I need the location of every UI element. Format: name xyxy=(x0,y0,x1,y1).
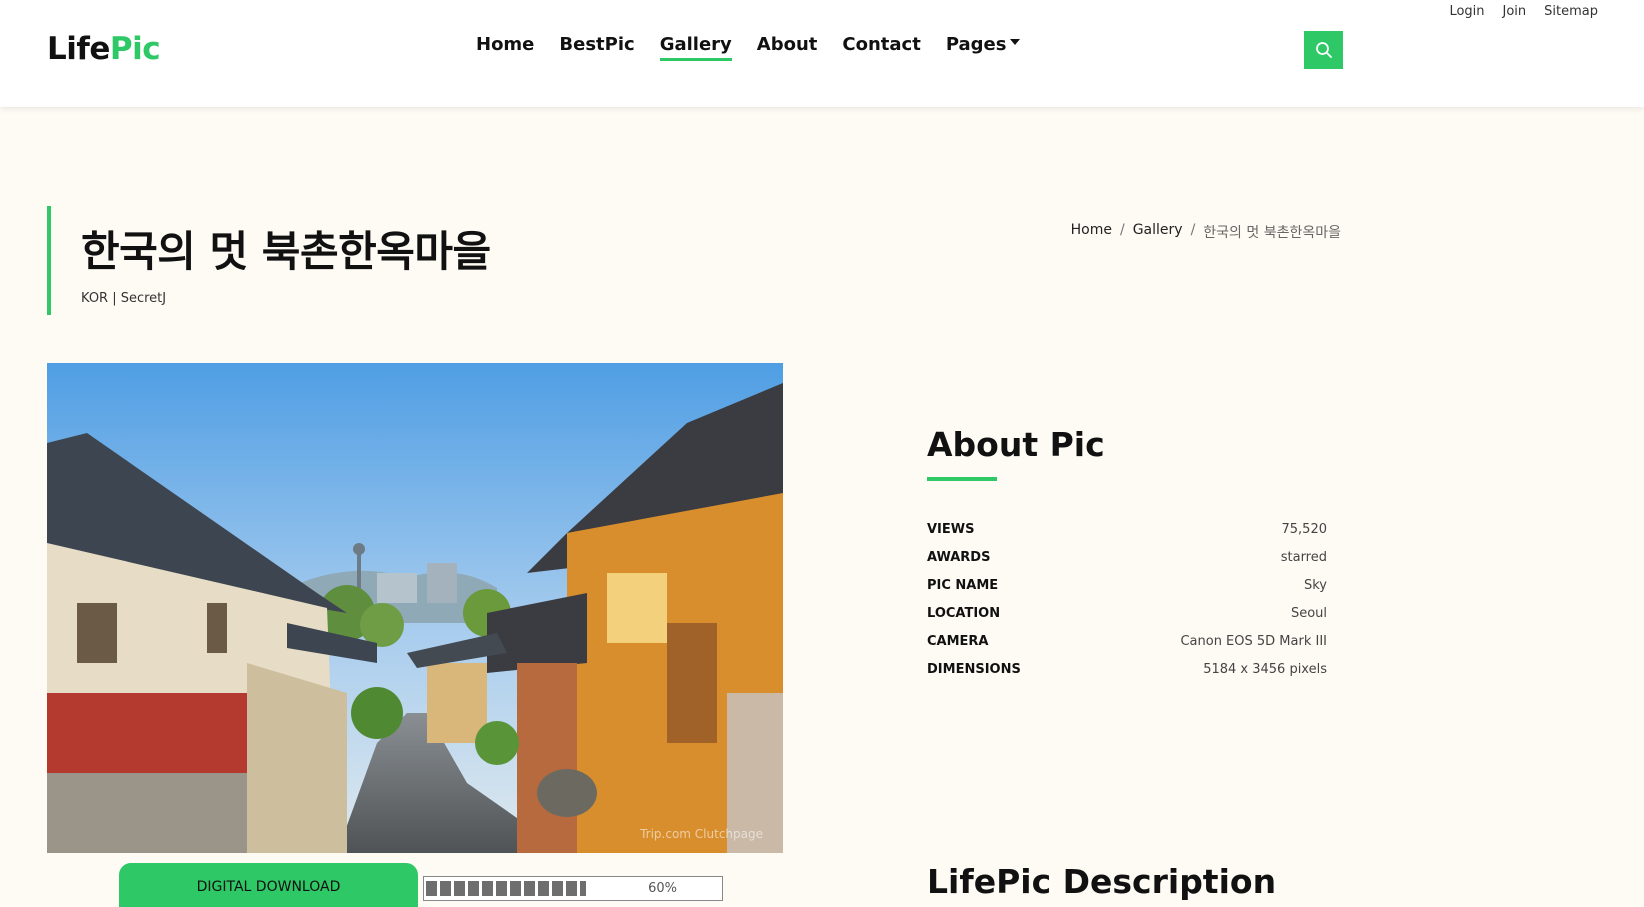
stat-label: LOCATION xyxy=(927,606,1001,621)
stat-value: 75,520 xyxy=(1281,522,1328,537)
nav-item-bestpic[interactable]: BestPic xyxy=(559,34,634,61)
logo[interactable]: LifePic xyxy=(47,31,161,67)
stat-value: 5184 x 3456 pixels xyxy=(1203,662,1327,677)
progress-label: 60% xyxy=(648,881,677,896)
pic-stats: VIEWS 75,520 AWARDS starred PIC NAME Sky… xyxy=(927,522,1327,690)
nav-item-about[interactable]: About xyxy=(757,34,818,61)
nav-item-pages-label: Pages xyxy=(945,34,1007,55)
download-progress-bar: 60% xyxy=(423,876,723,901)
stat-label: DIMENSIONS xyxy=(927,662,1021,677)
login-link[interactable]: Login xyxy=(1449,4,1484,19)
stat-row-awards: AWARDS starred xyxy=(927,550,1327,578)
page-subtitle: KOR | SecretJ xyxy=(81,291,167,306)
main-nav: Home BestPic Gallery About Contact Pages xyxy=(476,34,1045,61)
stat-value: starred xyxy=(1280,550,1327,565)
stat-value: Canon EOS 5D Mark III xyxy=(1180,634,1327,649)
breadcrumb-separator: / xyxy=(1190,222,1196,238)
nav-item-home[interactable]: Home xyxy=(476,34,534,61)
stat-row-dimensions: DIMENSIONS 5184 x 3456 pixels xyxy=(927,662,1327,690)
nav-item-pages[interactable]: Pages xyxy=(946,34,1021,61)
caret-down-icon xyxy=(1010,39,1021,45)
page-title-block: 한국의 멋 북촌한옥마을 KOR | SecretJ xyxy=(47,206,491,315)
search-button[interactable] xyxy=(1304,31,1343,69)
stat-row-pic-name: PIC NAME Sky xyxy=(927,578,1327,606)
stat-label: VIEWS xyxy=(927,522,975,537)
hanok-village-photo xyxy=(47,363,783,853)
stat-row-camera: CAMERA Canon EOS 5D Mark III xyxy=(927,634,1327,662)
sitemap-link[interactable]: Sitemap xyxy=(1544,4,1598,19)
stat-value: Seoul xyxy=(1290,606,1327,621)
stat-label: CAMERA xyxy=(927,634,989,649)
search-icon xyxy=(1315,42,1332,58)
join-link[interactable]: Join xyxy=(1503,4,1527,19)
top-links: Login Join Sitemap xyxy=(1449,4,1598,19)
breadcrumb-gallery[interactable]: Gallery xyxy=(1133,222,1183,242)
nav-item-gallery[interactable]: Gallery xyxy=(659,34,732,61)
stat-value: Sky xyxy=(1303,578,1327,593)
site-header: LifePic Home BestPic Gallery About Conta… xyxy=(0,0,1644,107)
breadcrumb-home[interactable]: Home xyxy=(1071,222,1112,242)
breadcrumb-current: 한국의 멋 북촌한옥마을 xyxy=(1203,225,1341,241)
stat-label: PIC NAME xyxy=(927,578,999,593)
logo-part-1: Life xyxy=(47,31,110,67)
stat-label: AWARDS xyxy=(927,550,991,565)
nav-item-contact[interactable]: Contact xyxy=(842,34,920,61)
gallery-photo: Trip.com Clutchpage xyxy=(47,363,783,853)
description-heading: LifePic Description xyxy=(927,862,1277,901)
stat-row-views: VIEWS 75,520 xyxy=(927,522,1327,550)
breadcrumb-separator: / xyxy=(1119,222,1125,238)
heading-underline xyxy=(927,477,997,481)
digital-download-button[interactable]: DIGITAL DOWNLOAD xyxy=(119,863,418,907)
photo-watermark: Trip.com Clutchpage xyxy=(640,827,763,841)
breadcrumb: Home / Gallery / 한국의 멋 북촌한옥마을 xyxy=(1071,222,1341,242)
about-pic-heading: About Pic xyxy=(927,425,1105,464)
progress-fill xyxy=(426,881,586,896)
stat-row-location: LOCATION Seoul xyxy=(927,606,1327,634)
logo-part-2: Pic xyxy=(109,31,161,67)
page-title: 한국의 멋 북촌한옥마을 xyxy=(81,227,491,276)
